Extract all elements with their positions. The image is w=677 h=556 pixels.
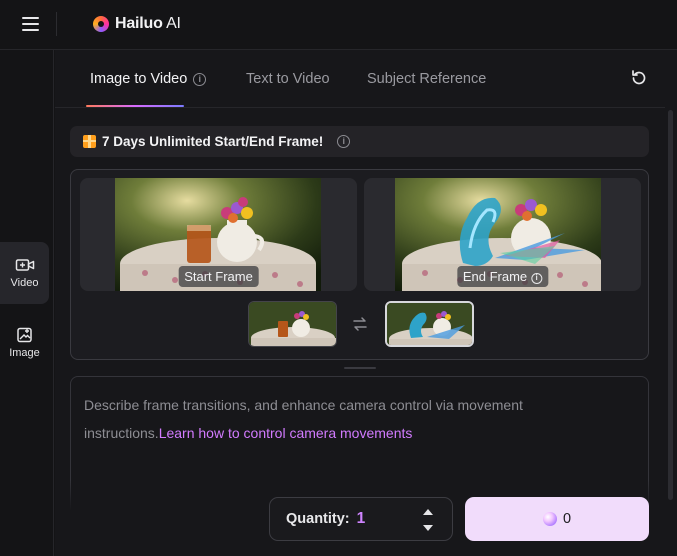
gift-icon	[83, 135, 96, 148]
tab-label: Image to Video	[90, 71, 188, 87]
sidebar-item-image[interactable]: Image	[0, 312, 49, 374]
end-frame-label: End Frame i	[456, 266, 549, 287]
logo[interactable]: Hailuo AI	[93, 15, 181, 33]
main-panel: Image to Video i Text to Video Subject Re…	[55, 50, 677, 556]
tab-text-to-video[interactable]: Text to Video	[246, 71, 330, 87]
menu-icon[interactable]	[22, 16, 40, 32]
chevron-down-icon[interactable]	[423, 525, 433, 531]
tab-image-to-video[interactable]: Image to Video i	[90, 71, 207, 87]
gem-icon	[542, 512, 557, 526]
info-icon[interactable]: i	[337, 135, 351, 148]
info-icon[interactable]: i	[531, 273, 543, 284]
video-plus-icon	[15, 259, 34, 271]
quantity-stepper[interactable]: Quantity: 1	[269, 497, 453, 541]
start-frame-label: Start Frame	[178, 266, 259, 287]
camera-movement-help-link[interactable]: Learn how to control camera movements	[159, 425, 413, 441]
generate-button[interactable]: 0	[465, 497, 649, 541]
sidebar-item-video[interactable]: Video	[0, 242, 49, 304]
info-icon[interactable]: i	[193, 73, 207, 86]
sidebar-item-label: Video	[10, 277, 39, 289]
scrollbar[interactable]	[668, 110, 673, 500]
start-frame-thumbnail[interactable]	[248, 301, 337, 347]
tab-subject-reference[interactable]: Subject Reference	[367, 71, 486, 87]
prompt-placeholder: Describe frame transitions, and enhance …	[84, 397, 523, 441]
active-tab-indicator	[86, 105, 184, 107]
end-frame-thumbnail[interactable]	[385, 301, 474, 347]
hailuo-logo-icon	[93, 16, 109, 32]
mode-tabs: Image to Video i Text to Video Subject Re…	[55, 50, 665, 108]
promo-banner[interactable]: 7 Days Unlimited Start/End Frame! i	[70, 126, 649, 157]
tab-label: Text to Video	[246, 71, 330, 87]
quantity-arrows	[422, 508, 434, 532]
sidebar-item-label: Image	[9, 347, 40, 359]
tab-label: Subject Reference	[367, 71, 487, 87]
resize-handle[interactable]	[344, 367, 376, 369]
quantity-label: Quantity:	[286, 511, 350, 527]
promo-text: 7 Days Unlimited Start/End Frame!	[102, 134, 324, 149]
left-rail: Video Image	[0, 50, 54, 556]
chevron-up-icon[interactable]	[423, 509, 433, 515]
divider	[56, 12, 57, 36]
credit-cost: 0	[562, 511, 572, 527]
reset-icon[interactable]	[629, 68, 649, 88]
start-frame-upload[interactable]: Start Frame	[80, 178, 357, 291]
logo-text: Hailuo AI	[115, 15, 181, 32]
frames-panel: Start Frame End Frame i	[70, 169, 649, 360]
image-plus-icon	[16, 327, 32, 343]
quantity-value[interactable]: 1	[357, 510, 366, 528]
top-bar: Hailuo AI	[0, 0, 677, 50]
swap-icon[interactable]	[352, 316, 368, 332]
end-frame-upload[interactable]: End Frame i	[364, 178, 641, 291]
